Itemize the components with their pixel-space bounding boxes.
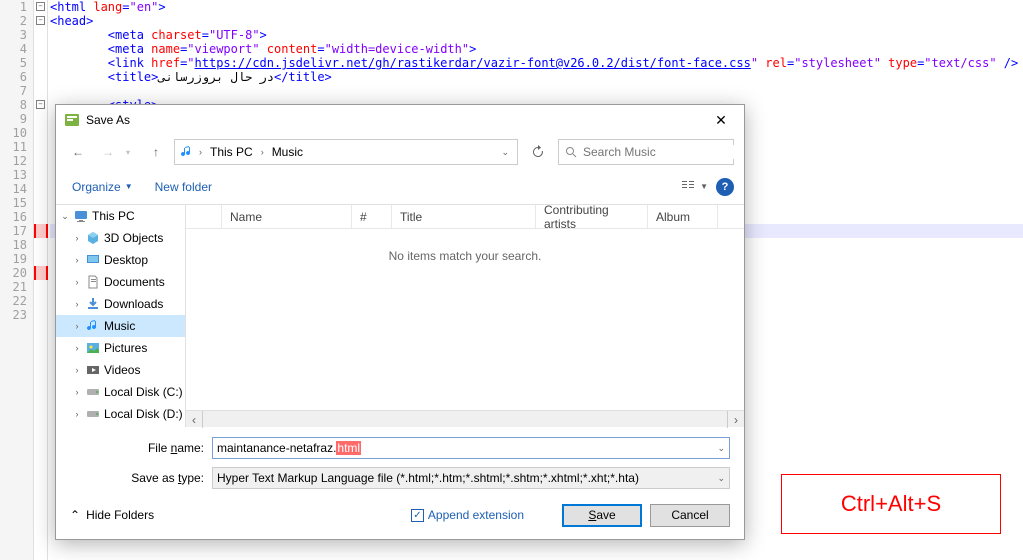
pc-icon: [73, 208, 89, 224]
expand-icon[interactable]: ›: [72, 233, 82, 243]
pic-icon: [85, 340, 101, 356]
column-number[interactable]: #: [352, 205, 392, 228]
append-extension-checkbox[interactable]: ✓ Append extension: [411, 508, 524, 522]
address-bar[interactable]: › This PC › Music ⌄: [174, 139, 518, 165]
tree-item-this-pc[interactable]: ⌄This PC: [56, 205, 185, 227]
fold-box[interactable]: −: [36, 16, 45, 25]
save-button[interactable]: Save: [562, 504, 642, 527]
horizontal-scrollbar[interactable]: ‹ ›: [186, 410, 744, 427]
column-artist[interactable]: Contributing artists: [536, 205, 648, 228]
filename-label: File name:: [70, 441, 212, 455]
column-name[interactable]: Name: [222, 205, 352, 228]
forward-button[interactable]: →: [96, 140, 120, 164]
fold-column: − − −: [34, 0, 48, 560]
help-button[interactable]: ?: [716, 178, 734, 196]
shortcut-hint: Ctrl+Alt+S: [781, 474, 1001, 534]
line-gutter: 1234567891011121314151617181920212223: [0, 0, 34, 560]
change-marker: [34, 224, 48, 238]
combo-dropdown-icon[interactable]: ⌄: [717, 473, 725, 484]
file-list[interactable]: Name # Title Contributing artists Album …: [186, 205, 744, 427]
expand-icon[interactable]: ›: [72, 255, 82, 265]
tree-item-videos[interactable]: ›Videos: [56, 359, 185, 381]
dl-icon: [85, 296, 101, 312]
tree-item-local-disk-c-[interactable]: ›Local Disk (C:): [56, 381, 185, 403]
desktop-icon: [85, 252, 101, 268]
vid-icon: [85, 362, 101, 378]
chevron-up-icon: ⌃: [70, 508, 80, 522]
change-marker: [34, 266, 48, 280]
column-headers[interactable]: Name # Title Contributing artists Album: [186, 205, 744, 229]
chevron-right-icon: ›: [259, 147, 266, 157]
expand-icon[interactable]: ›: [72, 343, 82, 353]
search-box[interactable]: [558, 139, 734, 165]
dialog-title: Save As: [86, 113, 706, 127]
app-icon: [64, 112, 80, 128]
breadcrumb-item[interactable]: This PC: [206, 145, 257, 159]
tree-item-3d-objects[interactable]: ›3D Objects: [56, 227, 185, 249]
expand-icon[interactable]: ›: [72, 365, 82, 375]
expand-icon[interactable]: ⌄: [60, 211, 70, 222]
chevron-right-icon: ›: [197, 147, 204, 157]
fold-box[interactable]: −: [36, 2, 45, 11]
search-input[interactable]: [583, 145, 738, 159]
expand-icon[interactable]: ›: [72, 387, 82, 397]
hide-folders-button[interactable]: ⌃ Hide Folders: [70, 508, 154, 522]
dialog-footer: ⌃ Hide Folders ✓ Append extension Save C…: [56, 491, 744, 539]
checkbox-checked-icon: ✓: [411, 509, 424, 522]
history-dropdown[interactable]: ▾: [126, 148, 138, 157]
tree-item-downloads[interactable]: ›Downloads: [56, 293, 185, 315]
column-album[interactable]: Album: [648, 205, 718, 228]
back-button[interactable]: ←: [66, 140, 90, 164]
filename-input[interactable]: maintanance-netafraz.html ⌄: [212, 437, 730, 459]
tree-item-desktop[interactable]: ›Desktop: [56, 249, 185, 271]
filename-dropdown-icon[interactable]: ⌄: [717, 443, 725, 454]
expand-icon[interactable]: ›: [72, 299, 82, 309]
music-icon: [179, 144, 195, 160]
close-button[interactable]: ✕: [706, 105, 736, 135]
form-area: File name: maintanance-netafraz.html ⌄ S…: [56, 427, 744, 491]
view-button[interactable]: ▼: [681, 180, 708, 194]
disk-icon: [85, 384, 101, 400]
dialog-body: ⌄This PC›3D Objects›Desktop›Documents›Do…: [56, 205, 744, 427]
search-icon: [565, 146, 577, 158]
up-button[interactable]: ↑: [144, 140, 168, 164]
tree-item-pictures[interactable]: ›Pictures: [56, 337, 185, 359]
fold-box[interactable]: −: [36, 100, 45, 109]
navigation-bar: ← → ▾ ↑ › This PC › Music ⌄: [56, 135, 744, 169]
tree-item-music[interactable]: ›Music: [56, 315, 185, 337]
refresh-button[interactable]: [524, 139, 552, 165]
column-title[interactable]: Title: [392, 205, 536, 228]
expand-icon[interactable]: ›: [72, 321, 82, 331]
tree-item-documents[interactable]: ›Documents: [56, 271, 185, 293]
empty-message: No items match your search.: [186, 229, 744, 410]
expand-icon[interactable]: ›: [72, 277, 82, 287]
new-folder-button[interactable]: New folder: [149, 176, 218, 198]
doc-icon: [85, 274, 101, 290]
disk-icon: [85, 406, 101, 422]
organize-button[interactable]: Organize▼: [66, 176, 139, 198]
expand-icon[interactable]: ›: [72, 409, 82, 419]
saveastype-combo[interactable]: Hyper Text Markup Language file (*.html;…: [212, 467, 730, 489]
music-icon: [85, 318, 101, 334]
folder-tree[interactable]: ⌄This PC›3D Objects›Desktop›Documents›Do…: [56, 205, 186, 427]
saveastype-label: Save as type:: [70, 471, 212, 485]
breadcrumb-item[interactable]: Music: [268, 145, 307, 159]
scroll-right-icon[interactable]: ›: [727, 411, 744, 428]
address-dropdown-icon[interactable]: ⌄: [497, 147, 513, 158]
tree-item-local-disk-d-[interactable]: ›Local Disk (D:): [56, 403, 185, 425]
save-as-dialog: Save As ✕ ← → ▾ ↑ › This PC › Music ⌄ Or…: [55, 104, 745, 540]
3d-icon: [85, 230, 101, 246]
scroll-left-icon[interactable]: ‹: [186, 411, 203, 428]
cancel-button[interactable]: Cancel: [650, 504, 730, 527]
titlebar: Save As ✕: [56, 105, 744, 135]
toolbar: Organize▼ New folder ▼ ?: [56, 169, 744, 205]
